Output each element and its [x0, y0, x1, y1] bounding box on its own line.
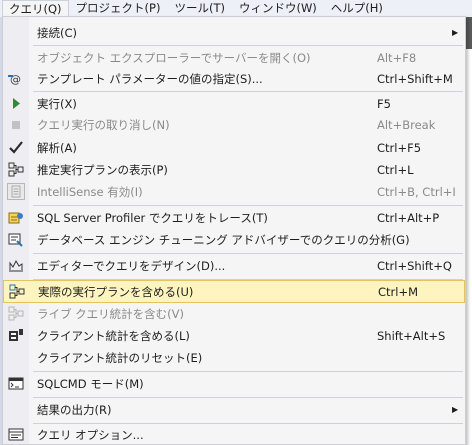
template-parameter-icon: @: [8, 71, 24, 86]
menu-item-shortcut: Ctrl+Alt+P: [377, 210, 440, 225]
menu-item-shortcut: Ctrl+M: [378, 284, 419, 299]
menu-item-shortcut: Ctrl+F5: [377, 140, 422, 155]
separator: [33, 91, 463, 92]
client-stats-icon: [8, 328, 24, 343]
menu-item-results-to[interactable]: 結果の出力(R) ▶: [3, 399, 465, 420]
separator: [33, 205, 463, 206]
tuning-advisor-icon: [8, 232, 24, 247]
menu-item-shortcut: F5: [377, 96, 391, 111]
menu-item-label: 推定実行プランの表示(P): [37, 162, 168, 177]
menu-item-analyze-in-tuning-advisor[interactable]: データベース エンジン チューニング アドバイザーでのクエリの分析(G): [3, 229, 465, 250]
menu-item-parse[interactable]: 解析(A) Ctrl+F5: [3, 137, 465, 158]
menu-item-trace-in-profiler[interactable]: SQL Server Profiler でクエリをトレース(T) Ctrl+Al…: [3, 207, 465, 228]
menu-item-shortcut: Ctrl+L: [377, 162, 414, 177]
separator: [33, 371, 463, 372]
menu-item-reset-client-stats[interactable]: クライアント統計のリセット(E): [3, 347, 465, 368]
menu-item-include-live-query-stats[interactable]: ライブ クエリ統計を含む(V): [3, 303, 465, 324]
menu-item-design-query-in-editor[interactable]: エディターでクエリをデザイン(D)... Ctrl+Shift+Q: [3, 255, 465, 276]
menu-item-label: SQL Server Profiler でクエリをトレース(T): [37, 210, 268, 225]
profiler-icon: [8, 210, 24, 225]
actual-plan-icon: [9, 284, 25, 299]
query-designer-icon: [8, 258, 24, 273]
menu-item-shortcut: Ctrl+Shift+M: [377, 71, 453, 86]
query-dropdown-menu: 接続(C) ▶ オブジェクト エクスプローラーでサーバーを開く(O) Alt+F…: [2, 16, 466, 445]
menu-item-label: 結果の出力(R): [37, 402, 112, 417]
menu-item-execute[interactable]: 実行(X) F5: [3, 93, 465, 114]
menu-item-label: 解析(A): [37, 140, 77, 155]
menu-project[interactable]: プロジェクト(P): [69, 0, 168, 17]
query-options-icon: [8, 427, 24, 442]
sqlcmd-icon: [8, 376, 24, 391]
menu-item-label: 接続(C): [37, 25, 78, 40]
menu-item-label: クライアント統計のリセット(E): [37, 350, 203, 365]
menu-item-label: 実行(X): [37, 96, 77, 111]
background-editor: [466, 49, 472, 445]
menu-item-label: エディターでクエリをデザイン(D)...: [37, 258, 226, 273]
menu-item-include-client-stats[interactable]: クライアント統計を含める(L) Shift+Alt+S: [3, 325, 465, 346]
menu-item-cancel-query[interactable]: クエリ実行の取り消し(N) Alt+Break: [3, 114, 465, 135]
menu-item-label: オブジェクト エクスプローラーでサーバーを開く(O): [37, 50, 311, 65]
menu-item-label: テンプレート パラメーターの値の指定(S)...: [37, 71, 263, 86]
separator: [33, 45, 463, 46]
menu-item-label: データベース エンジン チューニング アドバイザーでのクエリの分析(G): [37, 232, 410, 247]
menu-window[interactable]: ウィンドウ(W): [232, 0, 324, 17]
background-toolbar: [466, 17, 472, 49]
submenu-arrow-icon: ▶: [452, 405, 459, 414]
menu-item-open-server-in-object-explorer[interactable]: オブジェクト エクスプローラーでサーバーを開く(O) Alt+F8: [3, 47, 465, 68]
menu-item-display-estimated-plan[interactable]: 推定実行プランの表示(P) Ctrl+L: [3, 159, 465, 180]
menu-item-query-options[interactable]: クエリ オプション...: [3, 424, 465, 445]
menu-item-shortcut: Alt+F8: [377, 50, 417, 65]
execution-plan-icon: [8, 162, 24, 177]
menu-query[interactable]: クエリ(Q): [2, 0, 69, 17]
menu-item-label: クエリ実行の取り消し(N): [37, 117, 170, 132]
menu-item-sqlcmd-mode[interactable]: SQLCMD モード(M): [3, 373, 465, 394]
menu-item-label: SQLCMD モード(M): [37, 376, 144, 391]
menu-item-label: 実際の実行プランを含める(U): [38, 284, 194, 299]
menu-bar: クエリ(Q) プロジェクト(P) ツール(T) ウィンドウ(W) ヘルプ(H): [0, 0, 472, 17]
separator: [33, 253, 463, 254]
menu-tools[interactable]: ツール(T): [167, 0, 232, 17]
menu-item-connect[interactable]: 接続(C) ▶: [3, 22, 465, 43]
menu-item-label: ライブ クエリ統計を含む(V): [37, 306, 184, 321]
menu-item-label: IntelliSense 有効(I): [37, 184, 143, 199]
menu-item-shortcut: Shift+Alt+S: [377, 328, 446, 343]
separator: [33, 397, 463, 398]
intellisense-icon: [7, 183, 25, 200]
play-icon: [8, 96, 24, 111]
stop-icon: [8, 117, 24, 132]
svg-text:@: @: [10, 73, 21, 86]
menu-item-shortcut: Ctrl+Shift+Q: [377, 258, 452, 273]
menu-item-label: クライアント統計を含める(L): [37, 328, 190, 343]
menu-item-include-actual-plan[interactable]: 実際の実行プランを含める(U) Ctrl+M: [3, 280, 465, 303]
menu-item-specify-template-parameters[interactable]: @ テンプレート パラメーターの値の指定(S)... Ctrl+Shift+M: [3, 68, 465, 89]
menu-item-shortcut: Ctrl+B, Ctrl+I: [377, 184, 456, 199]
menu-item-shortcut: Alt+Break: [377, 117, 436, 132]
menu-help[interactable]: ヘルプ(H): [324, 0, 390, 17]
menu-item-intellisense[interactable]: IntelliSense 有効(I) Ctrl+B, Ctrl+I: [3, 181, 465, 202]
live-stats-icon: [8, 306, 24, 321]
menu-item-label: クエリ オプション...: [37, 427, 144, 442]
submenu-arrow-icon: ▶: [452, 28, 459, 37]
checkmark-icon: [8, 140, 24, 155]
